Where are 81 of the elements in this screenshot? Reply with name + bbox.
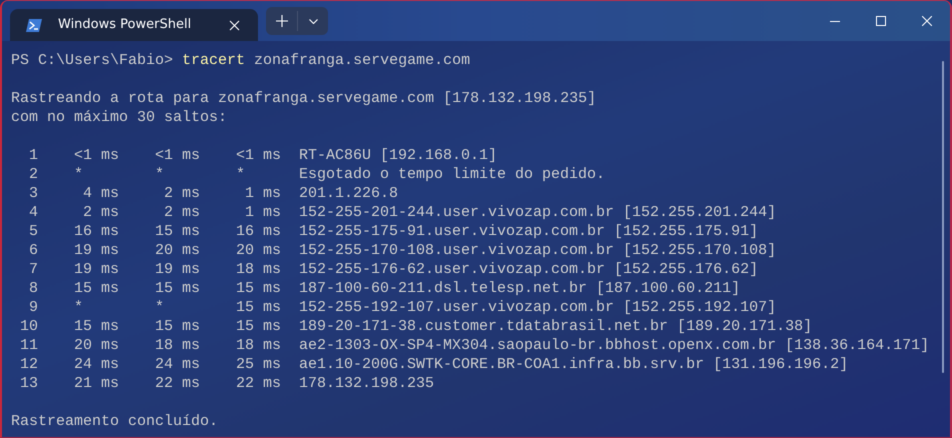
host-text: Esgotado o tempo limite do pedido.	[299, 165, 606, 184]
time-text: 15 ms	[236, 299, 281, 316]
time-text: *	[74, 299, 83, 316]
terminal-tab[interactable]: Windows PowerShell	[10, 9, 258, 41]
host-text: 189-20-171-38.customer.tdatabrasil.net.br [189.20.171.38]	[299, 317, 812, 336]
time-text: <1 ms	[236, 147, 281, 164]
time-text: 4 ms	[82, 185, 119, 202]
plus-icon	[276, 15, 288, 27]
time-text: 15 ms	[236, 280, 281, 297]
time-text: *	[74, 166, 83, 183]
caret-icon	[308, 18, 318, 24]
time-text: 20 ms	[236, 242, 281, 259]
hop-number: 12	[18, 355, 38, 374]
time-text: 16 ms	[74, 223, 119, 240]
close-icon	[922, 16, 932, 26]
hop-number: 11	[18, 336, 38, 355]
hop-number: 10	[18, 317, 38, 336]
time-text: 22 ms	[154, 375, 200, 392]
hop-number: 7	[28, 260, 38, 279]
time-text: <1 ms	[154, 147, 200, 164]
time-text: 20 ms	[154, 242, 200, 259]
hop-number: 3	[28, 184, 38, 203]
output-text: com no máximo 30 saltos:	[11, 108, 228, 127]
minimize-icon	[830, 20, 840, 22]
host-text: 152-255-201-244.user.vivozap.com.br [152.255.201.244]	[299, 203, 776, 222]
time-text: 25 ms	[236, 356, 281, 373]
hop-number: 1	[28, 146, 38, 165]
time-text: 16 ms	[236, 223, 281, 240]
time-text: 22 ms	[236, 375, 281, 392]
output-text: Rastreamento concluído.	[11, 412, 218, 431]
time-text: 2 ms	[164, 204, 200, 221]
hop-number: 4	[28, 203, 38, 222]
host-text: ae2-1303-OX-SP4-MX304.saopaulo-br.bbhost.openx.com.br [138.36.164.171]	[299, 336, 930, 355]
hop-number: 6	[28, 241, 38, 260]
output-text: Rastreando a rota para zonafranga.servegame.com [178.132.198.235]	[11, 89, 596, 108]
time-text: 15 ms	[154, 223, 200, 240]
scrollbar-thumb[interactable]	[942, 61, 944, 373]
hop-number: 13	[18, 374, 38, 393]
time-text: *	[154, 166, 164, 183]
host-text: 152-255-176-62.user.vivozap.com.br [152.255.176.62]	[299, 260, 758, 279]
time-text: *	[236, 166, 245, 183]
time-text: 21 ms	[74, 375, 119, 392]
argument-text: zonafranga.servegame.com	[254, 51, 470, 70]
host-text: 152-255-170-108.user.vivozap.com.br [152.255.170.108]	[299, 241, 776, 260]
prompt-text: PS C:\Users\Fabio>	[11, 51, 174, 70]
hop-number: 2	[28, 165, 38, 184]
time-text: 15 ms	[74, 280, 119, 297]
time-text: 15 ms	[154, 280, 200, 297]
time-text: 15 ms	[154, 318, 200, 335]
powershell-icon	[26, 18, 42, 32]
host-text: 187-100-60-211.dsl.telesp.net.br [187.100.60.211]	[299, 279, 740, 298]
time-text: 19 ms	[154, 261, 200, 278]
time-text: 2 ms	[164, 185, 200, 202]
time-text: 15 ms	[74, 318, 119, 335]
host-text: ae1.10-200G.SWTK-CORE.BR-COA1.infra.bb.srv.br [131.196.196.2]	[299, 355, 848, 374]
time-text: 18 ms	[154, 337, 200, 354]
hop-number: 5	[28, 222, 38, 241]
tab-title: Windows PowerShell	[58, 16, 192, 34]
time-text: 1 ms	[244, 204, 281, 221]
hop-number: 9	[28, 298, 38, 317]
time-text: *	[154, 299, 164, 316]
close-icon	[228, 20, 240, 30]
time-text: 19 ms	[74, 242, 119, 259]
time-text: 24 ms	[154, 356, 200, 373]
command-text: tracert	[182, 51, 246, 70]
maximize-icon	[876, 16, 886, 26]
time-text: <1 ms	[74, 147, 119, 164]
host-text: 152-255-192-107.user.vivozap.com.br [152.255.192.107]	[299, 298, 776, 317]
host-text: RT-AC86U [192.168.0.1]	[299, 146, 498, 165]
time-text: 1 ms	[244, 185, 281, 202]
time-text: 18 ms	[236, 261, 281, 278]
time-text: 20 ms	[74, 337, 119, 354]
host-text: 152-255-175-91.user.vivozap.com.br [152.255.175.91]	[299, 222, 758, 241]
time-text: 2 ms	[82, 204, 119, 221]
time-text: 19 ms	[74, 261, 119, 278]
host-text: 201.1.226.8	[299, 184, 398, 203]
host-text: 178.132.198.235	[299, 374, 434, 393]
time-text: 24 ms	[74, 356, 119, 373]
hop-number: 8	[28, 279, 38, 298]
time-text: 15 ms	[236, 318, 281, 335]
time-text: 18 ms	[236, 337, 281, 354]
